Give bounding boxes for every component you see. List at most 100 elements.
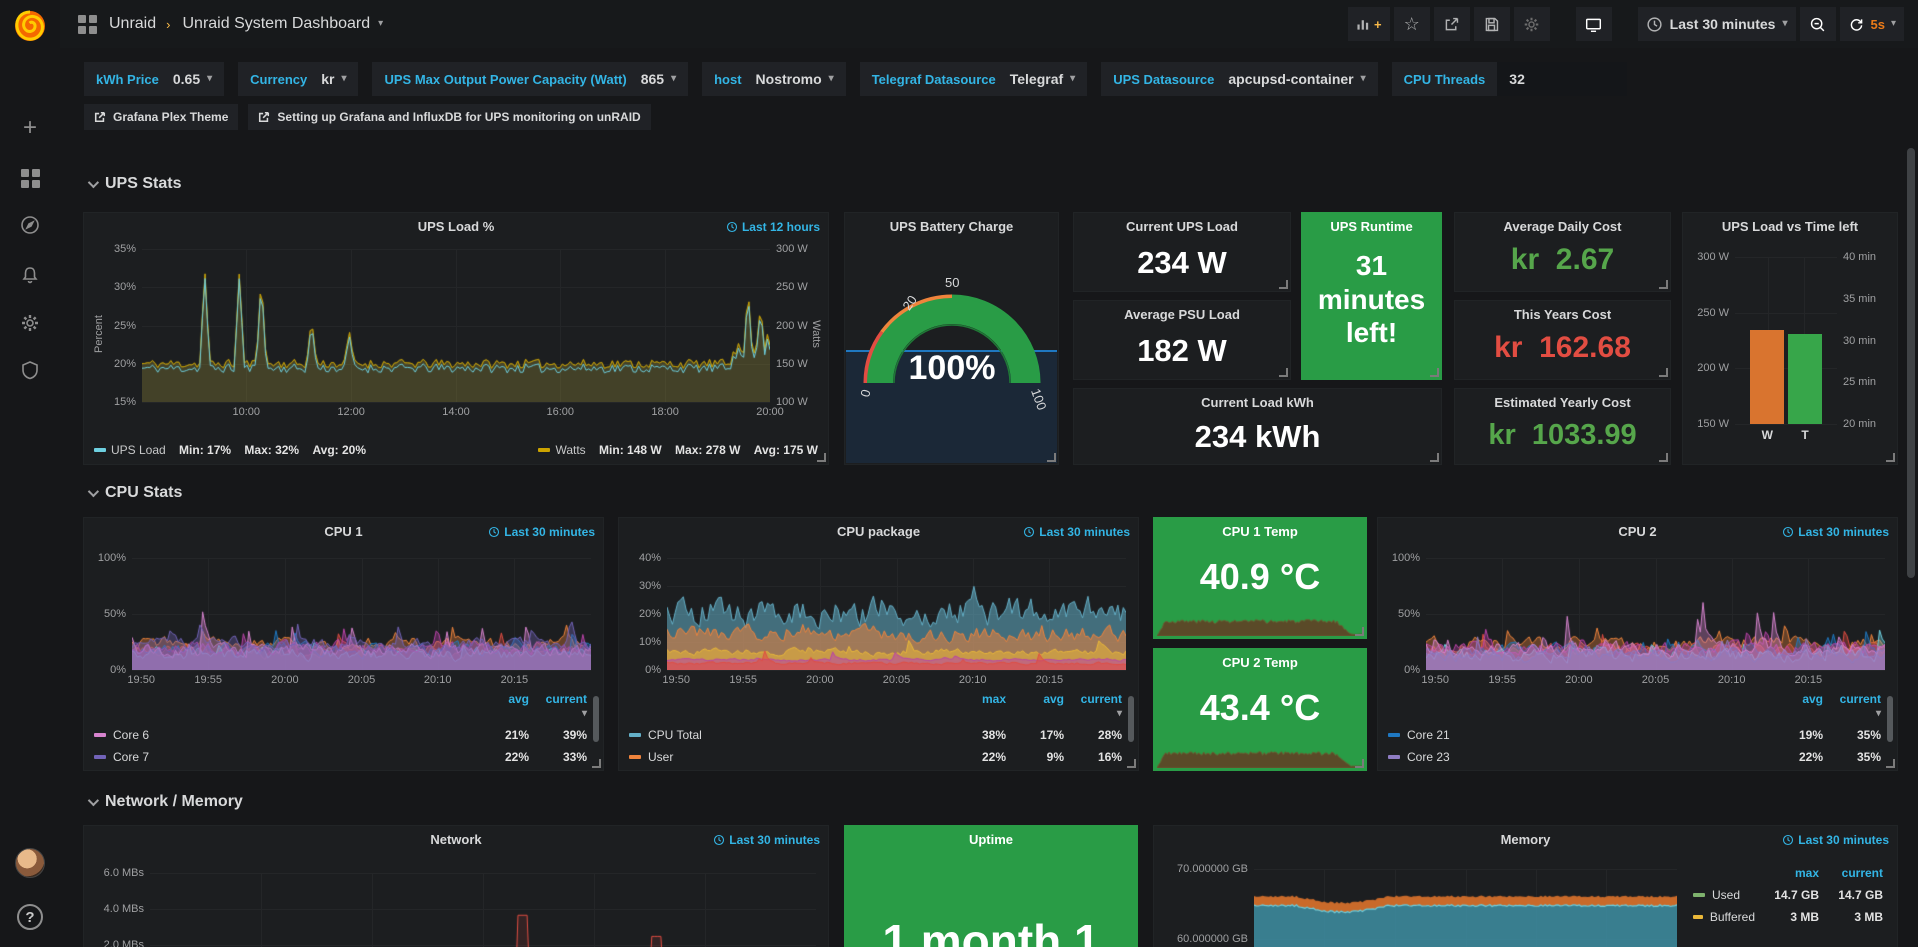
dashboards-icon[interactable] [0,158,60,198]
legend-core23[interactable]: Core 2322%35% [1388,750,1881,764]
panel-time-link[interactable]: Last 30 minutes [1782,833,1889,847]
legend-swatch [94,733,106,737]
share-button[interactable] [1434,7,1470,41]
link-ups-monitoring-guide[interactable]: Setting up Grafana and InfluxDB for UPS … [248,104,650,130]
legend-swatch [1693,915,1703,919]
variable-value-dropdown[interactable]: 865▾ [641,71,676,87]
bar-time-left[interactable]: T [1788,334,1822,424]
panel-title[interactable]: CPU 1 Temp [1154,524,1366,539]
panel-current-load-kwh: Current Load kWh 234 kWh [1073,388,1442,465]
legend-watts[interactable]: Watts Min: 148 W Max: 278 W Avg: 175 W [538,443,818,457]
chevron-down-icon [88,795,99,806]
section-ups-stats[interactable]: UPS Stats [88,175,181,193]
legend-ups-load[interactable]: UPS Load Min: 17% Max: 32% Avg: 20% [94,443,366,457]
dashboard-grid-icon[interactable] [78,15,97,34]
panel-title[interactable]: This Years Cost [1455,307,1670,322]
legend-swatch [1388,755,1400,759]
y-axis-label-left: Percent [93,315,105,353]
legend-scrollbar[interactable] [593,696,599,742]
legend-swatch [629,755,641,759]
clock-icon [1023,526,1035,538]
legend-table: avgcurrent▾ Core 2119%35% Core 2322%35% [1388,692,1881,764]
settings-gear-button[interactable] [1514,7,1550,41]
panel-time-link[interactable]: Last 12 hours [726,220,820,234]
legend-buffered[interactable]: Buffered3 MB3 MB [1693,910,1883,924]
panel-title[interactable]: Uptime [845,832,1137,847]
panel-title[interactable]: Current UPS Load [1074,219,1290,234]
create-plus-icon[interactable]: + [0,108,60,148]
stat-value: kr 1033.99 [1455,419,1670,452]
caret-down-icon: ▾ [829,73,834,84]
legend-core21[interactable]: Core 2119%35% [1388,728,1881,742]
panel-title[interactable]: UPS Load % [84,219,828,234]
page-title[interactable]: Unraid System Dashboard [182,15,370,33]
panel-title[interactable]: UPS Runtime [1302,219,1441,234]
legend-scrollbar[interactable] [1887,696,1893,742]
explore-compass-icon[interactable] [0,205,60,245]
legend-headers[interactable]: maxcurrent [1693,866,1883,880]
nav-actions: + ☆ Last 30 minutes ▾ [1348,7,1918,41]
legend-headers[interactable]: avgcurrent▾ [1388,692,1881,720]
link-grafana-plex-theme[interactable]: Grafana Plex Theme [84,104,238,130]
section-network-memory[interactable]: Network / Memory [88,793,243,811]
legend-headers[interactable]: maxavgcurrent▾ [629,692,1122,720]
memory-chart: 70.000000 GB 60.000000 GB 50.000000 GB [1254,869,1677,947]
legend-headers[interactable]: avgcurrent▾ [94,692,587,720]
cpu-threads-input[interactable]: 32 [1497,62,1627,96]
alerting-bell-icon[interactable] [0,255,60,295]
panel-title[interactable]: UPS Battery Charge [845,219,1058,234]
dashboard-links: Grafana Plex Theme Setting up Grafana an… [84,104,651,130]
variable-kwh-price: kWh Price 0.65▾ [84,62,224,96]
refresh-button[interactable]: 5s ▾ [1840,7,1905,41]
tv-mode-button[interactable] [1576,7,1612,41]
scrollbar-thumb[interactable] [1907,148,1915,578]
panel-title[interactable]: CPU 2 Temp [1154,655,1366,670]
panel-memory: Memory Last 30 minutes 70.000000 GB 60.0… [1153,825,1898,947]
panel-time-link[interactable]: Last 30 minutes [1782,525,1889,539]
legend-scrollbar[interactable] [1128,696,1134,742]
legend-core7[interactable]: Core 722%33% [94,750,587,764]
variable-value-dropdown[interactable]: Nostromo▾ [756,71,834,87]
variable-value-dropdown[interactable]: kr▾ [321,71,346,87]
add-panel-button[interactable]: + [1348,7,1390,41]
breadcrumb-app[interactable]: Unraid [109,15,156,33]
panel-time-link[interactable]: Last 30 minutes [1023,525,1130,539]
legend-table: maxcurrent Used14.7 GB14.7 GB Buffered3 … [1693,866,1883,924]
variable-label: CPU Threads [1404,72,1486,87]
panel-title[interactable]: Current Load kWh [1074,395,1441,410]
svg-text:100: 100 [1028,387,1050,413]
help-icon[interactable]: ? [0,897,60,937]
variable-currency: Currency kr▾ [238,62,358,96]
legend-core6[interactable]: Core 621%39% [94,728,587,742]
caret-down-icon[interactable]: ▾ [1891,18,1896,29]
variable-value-dropdown[interactable]: Telegraf▾ [1010,71,1075,87]
admin-shield-icon[interactable] [0,350,60,390]
variable-value-dropdown[interactable]: apcupsd-container▾ [1228,71,1365,87]
save-button[interactable] [1474,7,1510,41]
legend-user[interactable]: User22%9%16% [629,750,1122,764]
variable-value-dropdown[interactable]: 0.65▾ [173,71,212,87]
panel-title[interactable]: Estimated Yearly Cost [1455,395,1670,410]
panel-title[interactable]: UPS Load vs Time left [1683,219,1897,234]
cpu-package-chart: 40% 30% 20% 10% 0% 19:50 19:55 20:00 20:… [667,558,1126,670]
user-avatar[interactable] [0,843,60,883]
stat-value: 234 kWh [1074,419,1441,455]
refresh-interval-label[interactable]: 5s [1871,17,1885,32]
panel-cpu1-temp: CPU 1 Temp 40.9 °C [1153,517,1367,639]
panel-time-link[interactable]: Last 30 minutes [713,833,820,847]
zoom-out-button[interactable] [1800,7,1836,41]
caret-down-icon: ▾ [671,73,676,84]
panel-title[interactable]: Average PSU Load [1074,307,1290,322]
star-button[interactable]: ☆ [1394,7,1430,41]
panel-time-link[interactable]: Last 30 minutes [488,525,595,539]
title-caret-icon[interactable]: ▾ [378,18,383,29]
cpu2-chart: 100% 50% 0% 19:50 19:55 20:00 20:05 20:1… [1426,558,1885,670]
configuration-gear-icon[interactable] [0,303,60,343]
legend-cpu-total[interactable]: CPU Total38%17%28% [629,728,1122,742]
grafana-logo-icon[interactable] [10,6,50,46]
bar-watts[interactable]: W [1750,330,1784,424]
legend-used[interactable]: Used14.7 GB14.7 GB [1693,888,1883,902]
time-range-picker[interactable]: Last 30 minutes ▾ [1638,7,1796,41]
panel-title[interactable]: Average Daily Cost [1455,219,1670,234]
section-cpu-stats[interactable]: CPU Stats [88,484,182,502]
